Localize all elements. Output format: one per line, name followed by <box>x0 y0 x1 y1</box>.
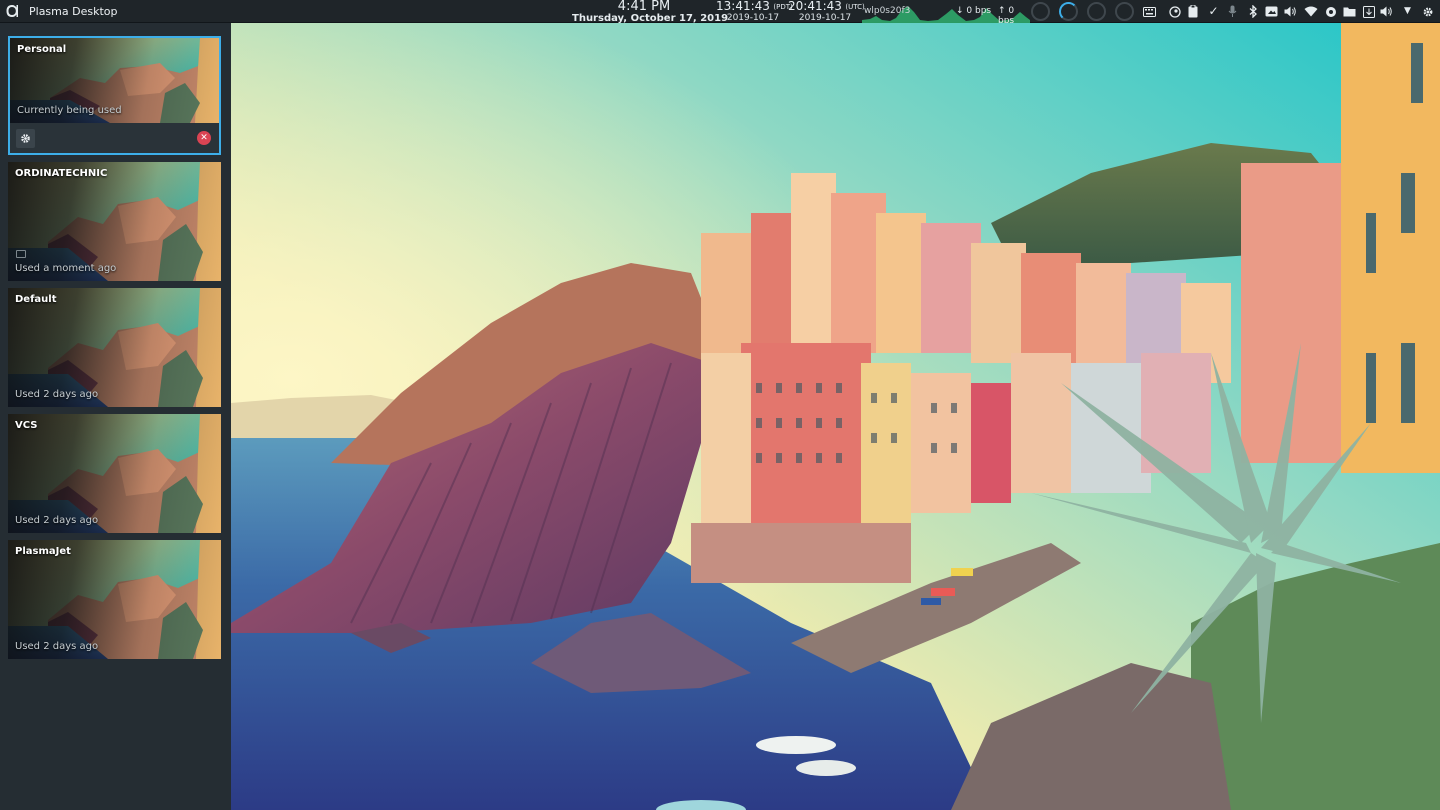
settings-icon[interactable] <box>1419 3 1436 20</box>
clock-utc-time: 20:41:43 <box>788 0 842 13</box>
activity-card-personal[interactable]: Personal Currently being used ✕ <box>8 36 221 155</box>
activity-card-ordinatechnic[interactable]: ORDINATECHNIC Used a moment ago <box>8 162 221 281</box>
activity-card-default[interactable]: Default Used 2 days ago <box>8 288 221 407</box>
activity-name: PlasmaJet <box>15 546 71 557</box>
clock-utc[interactable]: 20:41:43 (UTC) 2019-10-17 <box>788 0 865 23</box>
activities-sidebar: Personal Currently being used ✕ ORDINATE… <box>0 23 231 810</box>
activity-status: Used 2 days ago <box>15 389 99 400</box>
bluetooth-icon[interactable] <box>1244 3 1261 20</box>
activity-status: Currently being used <box>17 105 122 116</box>
activity-name: VCS <box>15 420 38 431</box>
stop-activity-button[interactable]: ✕ <box>197 131 211 145</box>
volume-icon-2[interactable] <box>1378 3 1395 20</box>
active-window-title: Plasma Desktop <box>29 5 118 18</box>
desktop-wallpaper <box>231 23 1440 810</box>
activity-card-plasmajet[interactable]: PlasmaJet Used 2 days ago <box>8 540 221 659</box>
gear-icon <box>21 134 30 143</box>
cpu-gauge[interactable] <box>1031 2 1050 21</box>
activity-name: Personal <box>17 44 67 55</box>
steam-icon[interactable] <box>1166 3 1183 20</box>
wallpaper-image <box>231 23 1440 810</box>
activity-status: Used 2 days ago <box>15 515 99 526</box>
activity-card-vcs[interactable]: VCS Used 2 days ago <box>8 414 221 533</box>
top-panel: Plasma Desktop 4:41 PM Thursday, October… <box>0 0 1440 26</box>
network-down-value: 0 bps <box>966 6 992 16</box>
configure-activity-button[interactable] <box>16 129 35 148</box>
checkmark-icon[interactable]: ✓ <box>1205 3 1222 20</box>
network-monitor[interactable]: wlp0s20f3 ↓ 0 bps ↑ 0 bps <box>862 0 1030 26</box>
swap-gauge[interactable] <box>1087 2 1106 21</box>
update-icon[interactable] <box>1360 3 1377 20</box>
activity-name: ORDINATECHNIC <box>15 168 108 179</box>
disk-gauge[interactable] <box>1115 2 1134 21</box>
volume-icon[interactable] <box>1282 3 1299 20</box>
activity-status: Used 2 days ago <box>15 641 99 652</box>
network-interface-label: wlp0s20f3 <box>864 6 911 16</box>
activity-name: Default <box>15 294 57 305</box>
network-down-rate: ↓ 0 bps <box>956 6 992 16</box>
close-icon: ✕ <box>200 133 208 143</box>
folder-icon[interactable] <box>1341 3 1358 20</box>
wifi-icon[interactable] <box>1302 3 1319 20</box>
activity-status: Used a moment ago <box>15 263 117 274</box>
microphone-icon[interactable] <box>1224 3 1241 20</box>
window-icon <box>16 250 26 258</box>
expand-arrow-icon[interactable]: ▼ <box>1399 3 1416 20</box>
clock-pdt-time: 13:41:43 <box>716 0 770 13</box>
digital-clock[interactable]: 4:41 PM Thursday, October 17, 2019 <box>572 0 728 25</box>
plasma-app-menu-icon[interactable] <box>5 3 19 19</box>
clock-pdt[interactable]: 13:41:43 (PDT) 2019-10-17 <box>716 0 793 23</box>
keyboard-icon[interactable] <box>1141 3 1158 20</box>
memory-gauge[interactable] <box>1059 2 1078 21</box>
media-icon[interactable] <box>1263 3 1280 20</box>
clipboard-icon[interactable] <box>1184 3 1201 20</box>
vault-icon[interactable] <box>1322 3 1339 20</box>
clock-pdt-date: 2019-10-17 <box>726 13 780 23</box>
clock-utc-date: 2019-10-17 <box>798 13 852 23</box>
activity-controls: ✕ <box>10 123 219 153</box>
clock-time: 4:41 PM <box>617 0 671 14</box>
